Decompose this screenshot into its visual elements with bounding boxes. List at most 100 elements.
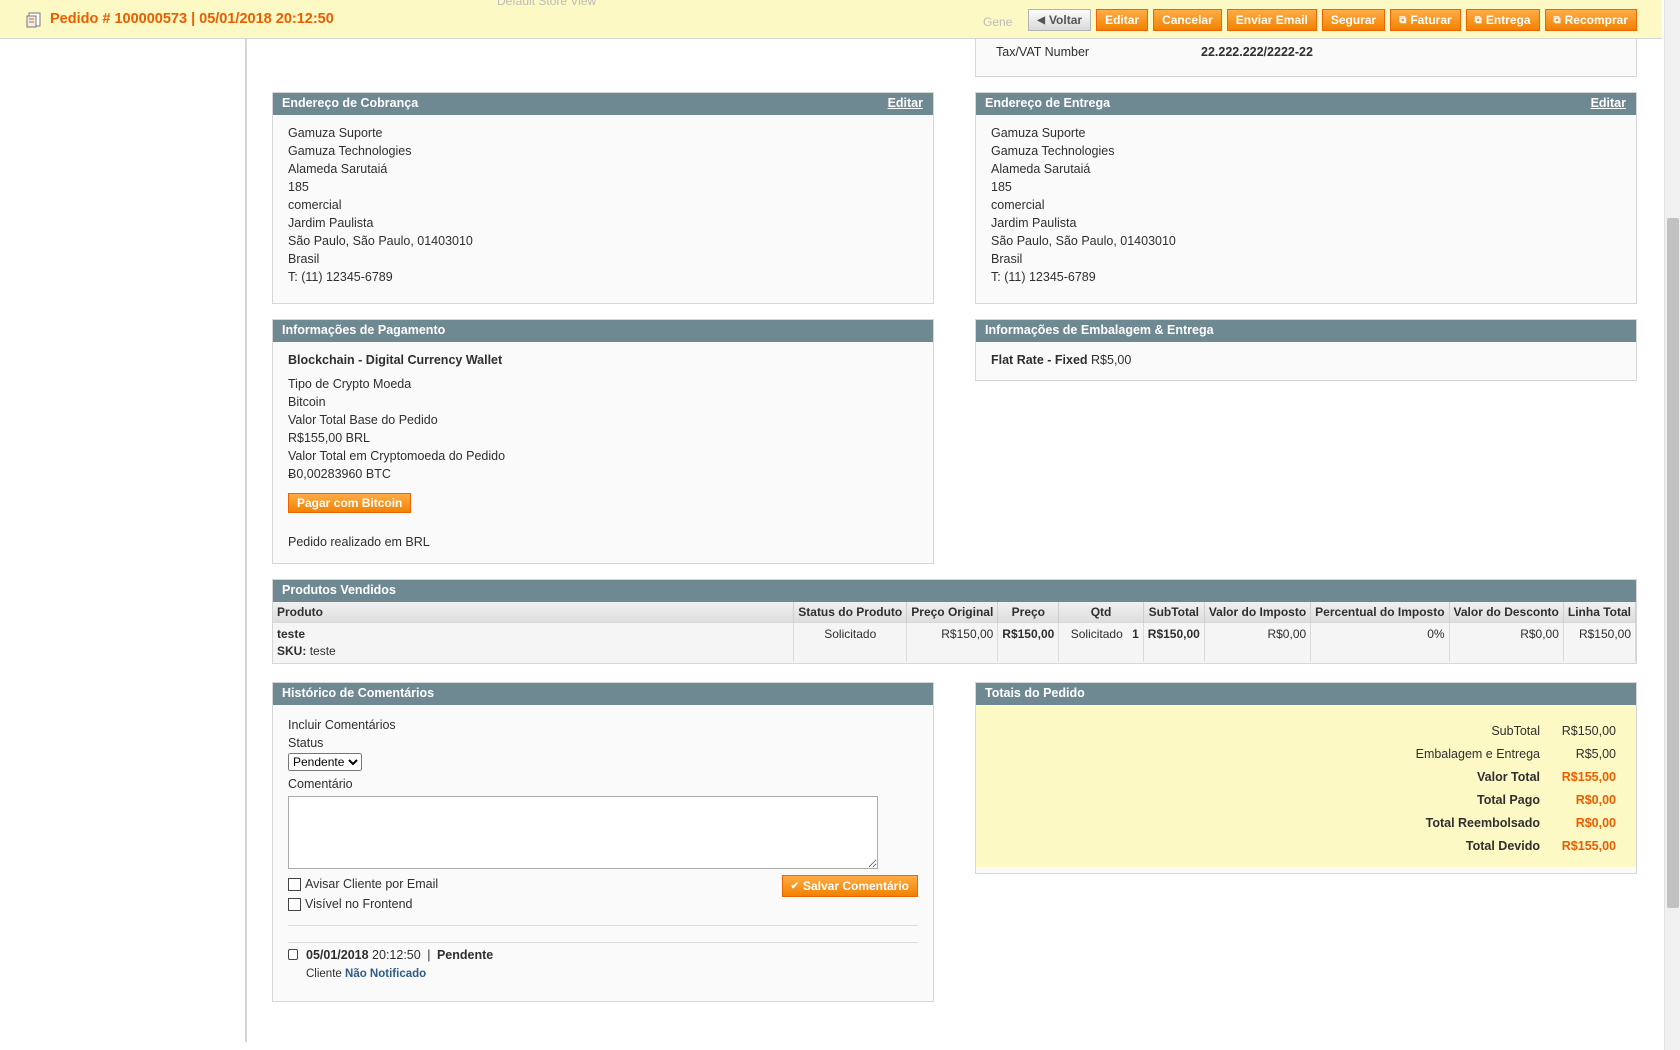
status-select[interactable]: Pendente <box>288 753 362 771</box>
comments-history-box: Histórico de Comentários Incluir Comentá… <box>272 682 934 1002</box>
qty-label: Solicitado <box>1070 626 1123 641</box>
totals-row: Total Pago R$0,00 <box>976 788 1616 811</box>
products-table-header: Produto Status do Produto Preço Original… <box>273 602 1637 622</box>
shipping-address-body: Gamuza Suporte Gamuza Technologies Alame… <box>976 115 1636 295</box>
ship-icon: ⧉ <box>1474 14 1482 26</box>
visible-frontend-checkbox[interactable] <box>288 897 301 911</box>
edit-order-button[interactable]: Editar <box>1096 9 1149 31</box>
comment-textarea[interactable] <box>288 796 878 869</box>
original-price: R$150,00 <box>906 621 999 662</box>
visible-frontend-row[interactable]: Visível no Frontend <box>288 895 918 913</box>
hidden-store-fragment: Default Store View <box>497 0 597 8</box>
shipping-line: comercial <box>991 198 1045 212</box>
shipping-line: Gamuza Technologies <box>991 144 1115 158</box>
notify-customer-label: Avisar Cliente por Email <box>305 877 439 891</box>
status-label: Status <box>288 736 324 750</box>
shipping-line: 185 <box>991 180 1012 194</box>
comment-label: Comentário <box>288 777 353 791</box>
shipping-line: São Paulo, São Paulo, 01403010 <box>991 234 1176 248</box>
reorder-label: Recomprar <box>1564 13 1628 27</box>
history-notified-status: Não Notificado <box>345 968 427 980</box>
notify-customer-checkbox[interactable] <box>288 877 301 891</box>
products-ordered-header: Produtos Vendidos <box>273 580 1636 602</box>
include-comments-label: Incluir Comentários <box>288 718 396 732</box>
shipping-line: T: (11) 12345-6789 <box>991 270 1096 284</box>
back-button[interactable]: ◀ Voltar <box>1028 9 1092 31</box>
column-header: Preço <box>997 602 1060 622</box>
page-scrollbar[interactable] <box>1664 0 1680 1050</box>
send-email-button[interactable]: Enviar Email <box>1226 9 1317 31</box>
totals-row: Total Reembolsado R$0,00 <box>976 811 1616 834</box>
products-ordered-box: Produtos Vendidos Produto Status do Prod… <box>272 579 1637 664</box>
history-collapse-icon[interactable] <box>288 949 298 960</box>
totals-label: Total Pago <box>1477 792 1540 807</box>
column-header: Status do Produto <box>793 602 908 622</box>
save-comment-label: Salvar Comentário <box>802 879 909 893</box>
reorder-button[interactable]: ⧉ Recomprar <box>1544 9 1637 31</box>
product-cell: teste SKU: teste <box>273 621 795 662</box>
payment-line: Valor Total em Cryptomoeda do Pedido <box>288 449 506 463</box>
edit-order-label: Editar <box>1105 13 1140 27</box>
order-totals-header: Totais do Pedido <box>976 683 1636 705</box>
totals-label: Total Reembolsado <box>1425 815 1540 830</box>
totals-row: Total Devido R$155,00 <box>976 834 1616 857</box>
shipping-line: Brasil <box>991 252 1023 266</box>
order-totals-box: Totais do Pedido SubTotal R$150,00 Embal… <box>975 682 1637 874</box>
payment-line: Ƀ0,00283960 BTC <box>288 467 391 481</box>
shipping-address-box: Endereço de Entrega Editar Gamuza Suport… <box>975 92 1637 304</box>
pay-with-bitcoin-button[interactable]: Pagar com Bitcoin <box>288 493 412 513</box>
save-comment-button[interactable]: ✔ Salvar Comentário <box>781 875 918 897</box>
history-separator: | <box>427 948 431 962</box>
order-icon <box>26 12 41 28</box>
page-title: Pedido # 100000573 | 05/01/2018 20:12:50 <box>50 11 334 27</box>
billing-line: 185 <box>288 180 309 194</box>
column-header: Valor do Imposto <box>1204 602 1312 622</box>
cancel-order-button[interactable]: Cancelar <box>1153 9 1222 31</box>
history-status: Pendente <box>436 948 494 962</box>
tax-vat-label: Tax/VAT Number <box>996 45 1090 59</box>
shipping-line: Gamuza Suporte <box>991 126 1086 140</box>
qty-cell: Solicitado 1 <box>1058 621 1144 662</box>
payment-info-body: Blockchain - Digital Currency Wallet Tip… <box>273 342 933 560</box>
left-sidebar <box>0 38 246 1042</box>
shipping-edit-link[interactable]: Editar <box>1591 96 1626 110</box>
totals-row: Valor Total R$155,00 <box>976 765 1616 788</box>
billing-line: Gamuza Suporte <box>288 126 383 140</box>
shipping-line: Alameda Sarutaiá <box>991 162 1091 176</box>
currency-note: Pedido realizado em BRL <box>288 535 430 549</box>
billing-address-body: Gamuza Suporte Gamuza Technologies Alame… <box>273 115 933 295</box>
visible-frontend-label: Visível no Frontend <box>305 897 413 911</box>
shipping-method-price: R$5,00 <box>1091 353 1132 367</box>
row-subtotal: R$150,00 <box>1143 621 1205 662</box>
qty-value: 1 <box>1132 626 1139 641</box>
reorder-icon: ⧉ <box>1553 14 1561 26</box>
column-header: Produto <box>273 602 795 622</box>
back-arrow-icon: ◀ <box>1037 14 1045 26</box>
totals-value: R$155,00 <box>1561 838 1616 853</box>
sku-value: teste <box>309 643 336 658</box>
history-customer-label: Cliente <box>306 968 342 980</box>
ship-button[interactable]: ⧉ Entrega <box>1465 9 1540 31</box>
totals-value: R$0,00 <box>1575 815 1616 830</box>
cancel-order-label: Cancelar <box>1162 13 1213 27</box>
hold-button[interactable]: Segurar <box>1321 9 1386 31</box>
billing-line: Gamuza Technologies <box>288 144 412 158</box>
payment-line: R$155,00 BRL <box>288 431 371 445</box>
billing-edit-link[interactable]: Editar <box>888 96 923 110</box>
column-header: SubTotal <box>1143 602 1205 622</box>
payment-info-title: Informações de Pagamento <box>282 323 446 337</box>
invoice-button[interactable]: ⧉ Faturar <box>1390 9 1461 31</box>
billing-line: Brasil <box>288 252 320 266</box>
billing-address-box: Endereço de Cobrança Editar Gamuza Supor… <box>272 92 934 304</box>
payment-line: Tipo de Crypto Moeda <box>288 377 412 391</box>
scrollbar-thumb[interactable] <box>1667 218 1679 908</box>
send-email-label: Enviar Email <box>1235 13 1308 27</box>
product-name: teste <box>277 626 306 641</box>
totals-value: R$5,00 <box>1575 746 1616 761</box>
payment-info-box: Informações de Pagamento Blockchain - Di… <box>272 319 934 564</box>
back-button-label: Voltar <box>1048 13 1083 27</box>
payment-line: Bitcoin <box>288 395 326 409</box>
billing-line: Alameda Sarutaiá <box>288 162 388 176</box>
totals-row: Embalagem e Entrega R$5,00 <box>976 742 1616 765</box>
history-entry: 05/01/2018 20:12:50 | Pendente Cliente N… <box>288 925 918 983</box>
